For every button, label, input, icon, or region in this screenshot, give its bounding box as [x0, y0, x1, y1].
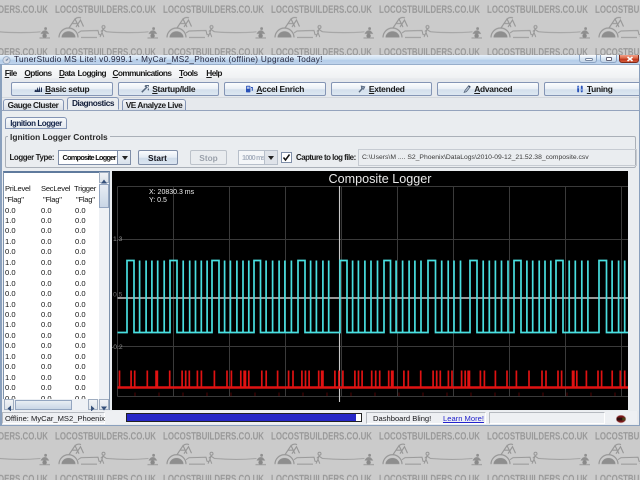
svg-text:-0.2: -0.2 — [112, 344, 123, 351]
svg-text:1.3: 1.3 — [113, 236, 123, 243]
svg-text:0.5: 0.5 — [113, 292, 123, 299]
svg-text:Y: 0.5: Y: 0.5 — [149, 197, 167, 204]
svg-text:Composite Logger: Composite Logger — [329, 172, 432, 186]
svg-text:X: 20830.3 ms: X: 20830.3 ms — [149, 189, 195, 196]
